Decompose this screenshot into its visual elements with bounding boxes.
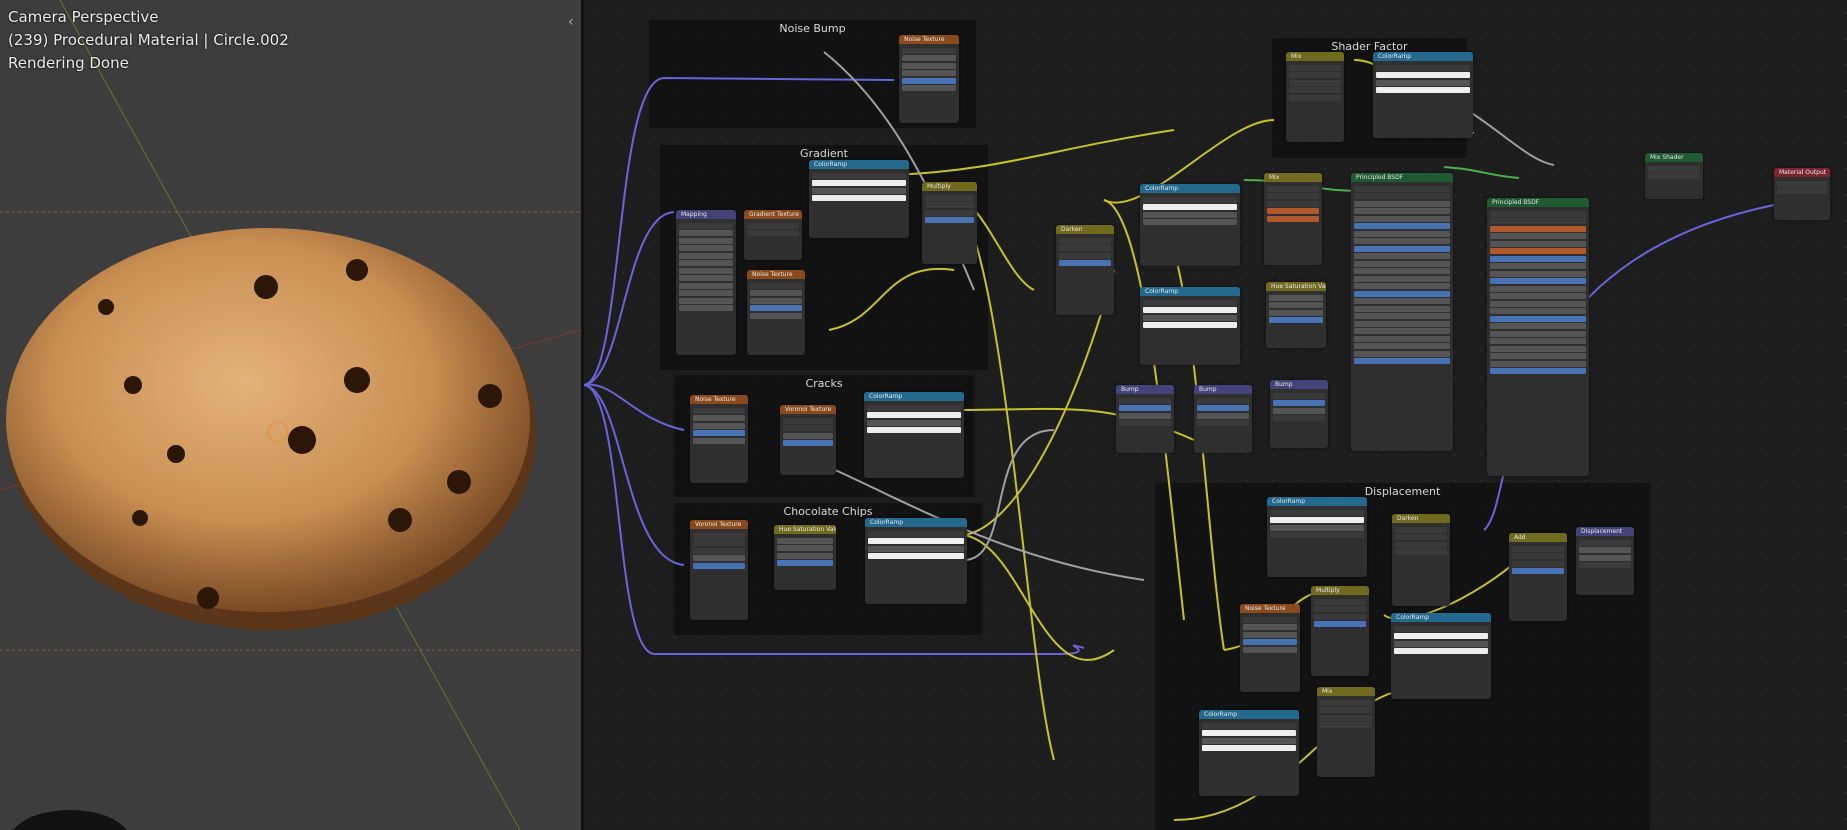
add-node[interactable]: Add — [1509, 533, 1567, 621]
color-ramp-node[interactable]: ColorRamp — [1391, 613, 1491, 699]
node-title: ColorRamp — [1140, 184, 1240, 193]
chevron-left-icon[interactable]: ‹ — [568, 14, 574, 30]
color-ramp-node[interactable]: ColorRamp — [1140, 184, 1240, 266]
node-title: ColorRamp — [809, 160, 909, 169]
darken-node[interactable]: Darken — [1056, 225, 1114, 315]
hue-saturation-value-node[interactable]: Hue Saturation Value — [774, 525, 836, 590]
node-title: Voronoi Texture — [690, 520, 748, 529]
node-title: ColorRamp — [1267, 497, 1367, 506]
color-ramp-node[interactable]: ColorRamp — [809, 160, 909, 238]
multiply-node[interactable]: Multiply — [1311, 586, 1369, 676]
mix-node[interactable]: Mix — [1317, 687, 1375, 777]
color-ramp-node[interactable]: ColorRamp — [864, 392, 964, 478]
node-title: Multiply — [1311, 586, 1369, 595]
node-title: Multiply — [922, 182, 977, 191]
node-title: Add — [1509, 533, 1567, 542]
noise-texture-node[interactable]: Noise Texture — [1240, 604, 1300, 692]
node-title: Principled BSDF — [1487, 198, 1589, 207]
node-title: ColorRamp — [1140, 287, 1240, 296]
voronoi-texture-node[interactable]: Voronoi Texture — [780, 405, 836, 475]
node-title: Principled BSDF — [1351, 173, 1453, 182]
node-title: Hue Saturation Value — [1266, 282, 1326, 291]
hue-saturation-value-node[interactable]: Hue Saturation Value — [1266, 282, 1326, 348]
node-title: ColorRamp — [1199, 710, 1299, 719]
node-title: Mix — [1317, 687, 1375, 696]
mix-node[interactable]: Mix — [1286, 52, 1344, 142]
node-title: Gradient Texture — [744, 210, 802, 219]
node-title: Hue Saturation Value — [774, 525, 836, 534]
3d-viewport[interactable]: Camera Perspective (239) Procedural Mate… — [0, 0, 581, 830]
bottom-object — [13, 810, 127, 830]
color-ramp-node[interactable]: ColorRamp — [865, 518, 967, 604]
node-title: Noise Texture — [1240, 604, 1300, 613]
node-title: Mix — [1286, 52, 1344, 61]
gradient-texture-node[interactable]: Gradient Texture — [744, 210, 802, 260]
node-title: Mix — [1264, 173, 1322, 182]
mix-shader-node[interactable]: Mix Shader — [1645, 153, 1703, 199]
node-title: Material Output — [1774, 168, 1830, 177]
color-ramp-node[interactable]: ColorRamp — [1373, 52, 1473, 138]
noise-texture-node[interactable]: Noise Texture — [899, 35, 959, 123]
node-title: Noise Texture — [899, 35, 959, 44]
voronoi-texture-node[interactable]: Voronoi Texture — [690, 520, 748, 620]
node-title: Bump — [1194, 385, 1252, 394]
viewport-info-overlay: Camera Perspective (239) Procedural Mate… — [8, 6, 289, 75]
bump-node[interactable]: Bump — [1270, 380, 1328, 448]
bump-node[interactable]: Bump — [1194, 385, 1252, 453]
node-title: Darken — [1392, 514, 1450, 523]
multiply-node[interactable]: Multiply — [922, 182, 977, 264]
node-title: Noise Texture — [747, 270, 805, 279]
node-title: Mapping — [676, 210, 736, 219]
render-status: Rendering Done — [8, 54, 129, 72]
principled-bsdf-node[interactable]: Principled BSDF — [1351, 173, 1453, 451]
node-title: Bump — [1116, 385, 1174, 394]
bump-node[interactable]: Bump — [1116, 385, 1174, 453]
noise-texture-node[interactable]: Noise Texture — [747, 270, 805, 355]
darken-node[interactable]: Darken — [1392, 514, 1450, 606]
node-title: ColorRamp — [1391, 613, 1491, 622]
object-info: (239) Procedural Material | Circle.002 — [8, 31, 289, 49]
color-ramp-node[interactable]: ColorRamp — [1199, 710, 1299, 796]
node-title: Voronoi Texture — [780, 405, 836, 414]
node-title: ColorRamp — [864, 392, 964, 401]
node-title: Bump — [1270, 380, 1328, 389]
node-title: Darken — [1056, 225, 1114, 234]
material-output-node[interactable]: Material Output — [1774, 168, 1830, 220]
color-ramp-node[interactable]: ColorRamp — [1140, 287, 1240, 365]
displacement-node[interactable]: Displacement — [1576, 527, 1634, 595]
node-title: ColorRamp — [1373, 52, 1473, 61]
view-name: Camera Perspective — [8, 8, 159, 26]
node-title: ColorRamp — [865, 518, 967, 527]
noise-texture-node[interactable]: Noise Texture — [690, 395, 748, 483]
node-title: Noise Texture — [690, 395, 748, 404]
node-title: Displacement — [1576, 527, 1634, 536]
principled-bsdf-node[interactable]: Principled BSDF — [1487, 198, 1589, 476]
color-ramp-node[interactable]: ColorRamp — [1267, 497, 1367, 577]
mix-node[interactable]: Mix — [1264, 173, 1322, 265]
viewport-scene — [0, 0, 581, 830]
mapping-node[interactable]: Mapping — [676, 210, 736, 355]
shader-node-editor[interactable]: Noise Bump Gradient Cracks Chocolate Chi… — [584, 0, 1847, 830]
node-title: Mix Shader — [1645, 153, 1703, 162]
